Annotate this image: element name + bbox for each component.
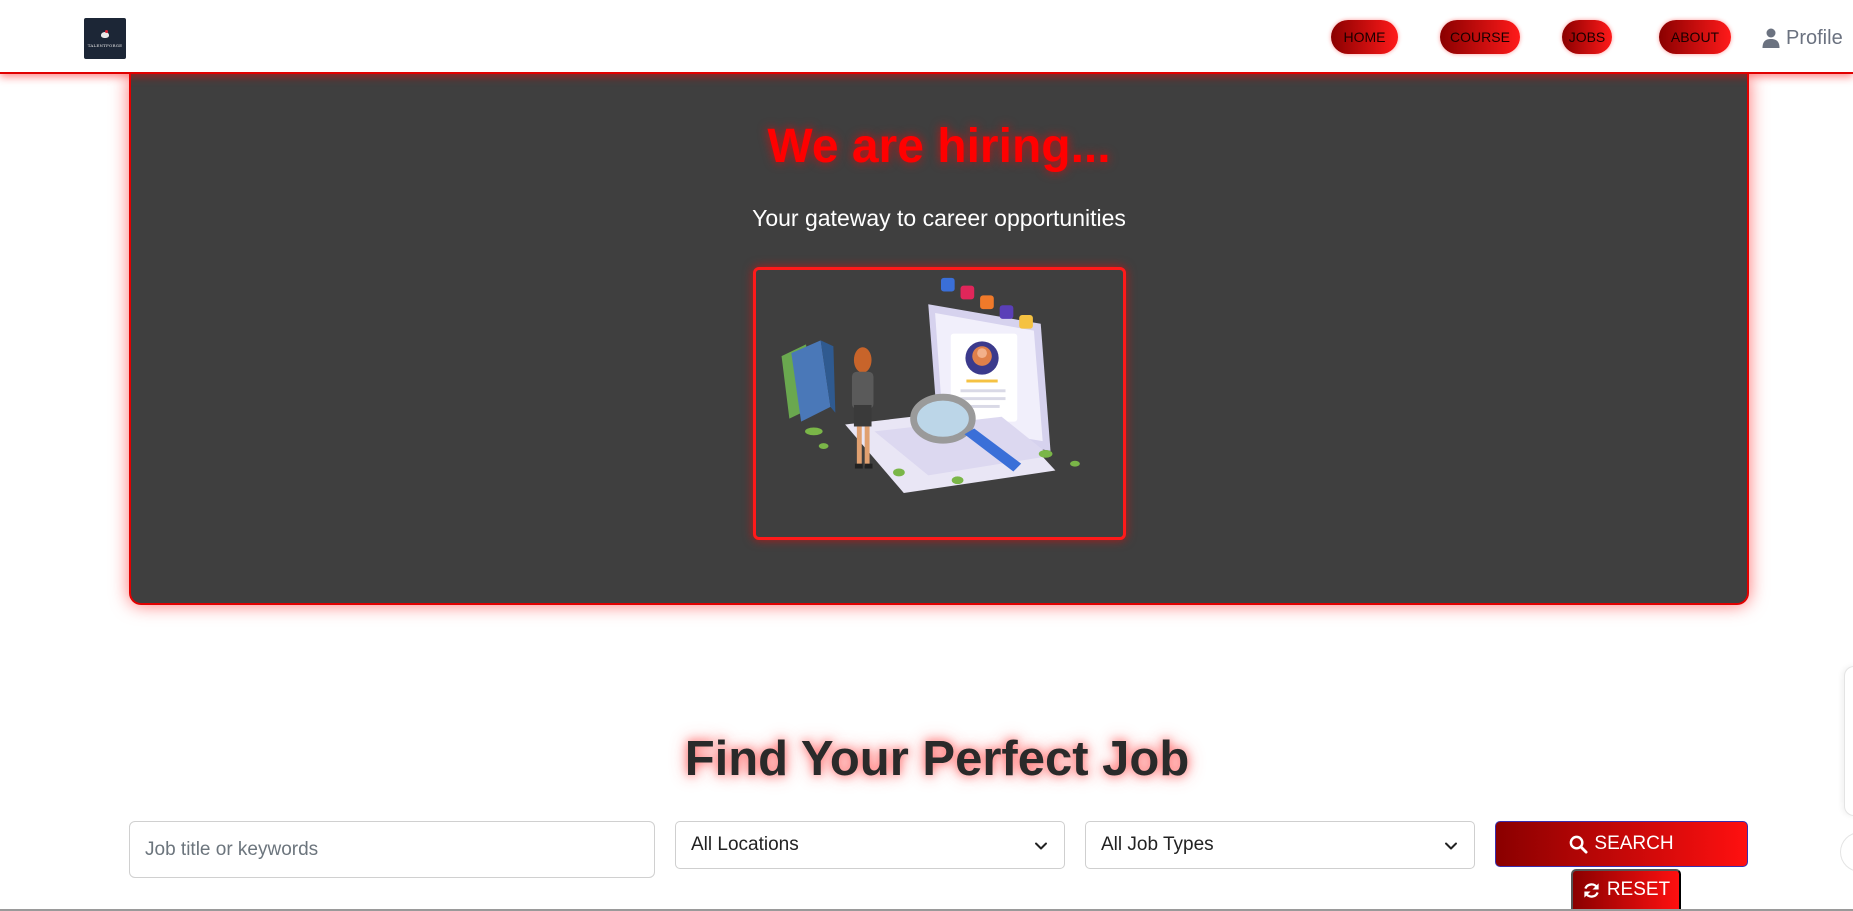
nav-about-link[interactable]: ABOUT (1659, 20, 1731, 54)
reset-button[interactable]: RESET (1571, 869, 1681, 911)
nav-course-link[interactable]: COURSE (1440, 20, 1520, 54)
job-type-select-value: All Job Types (1101, 834, 1214, 855)
nav-jobs-link[interactable]: JOBS (1562, 20, 1612, 54)
location-select-value: All Locations (691, 834, 799, 855)
user-icon (1762, 28, 1780, 48)
search-button[interactable]: SEARCH (1495, 821, 1748, 867)
hero-subtitle: Your gateway to career opportunities (752, 205, 1126, 231)
location-select[interactable]: All Locations (675, 821, 1065, 869)
side-floating-toggle[interactable] (1840, 832, 1853, 872)
refresh-icon (1584, 882, 1599, 898)
search-button-label: SEARCH (1594, 833, 1674, 854)
search-icon (1570, 835, 1588, 854)
brand-logo[interactable]: TALENTFORGE (84, 18, 126, 59)
logo-wordmark: TALENTFORGE (87, 42, 123, 48)
hero-illustration (753, 267, 1126, 540)
recruiter-search-illustration (781, 277, 1080, 493)
navbar: TALENTFORGE HOME COURSE JOBS ABOUT Profi… (0, 0, 1853, 74)
keywords-input[interactable] (129, 821, 655, 878)
hero-title: We are hiring... (767, 120, 1111, 173)
chevron-down-icon (1035, 842, 1047, 850)
search-section-title: Find Your Perfect Job (684, 732, 1190, 786)
side-floating-panel[interactable] (1844, 666, 1853, 816)
logo-mark-icon (100, 29, 110, 40)
hero-banner: We are hiring... Your gateway to career … (129, 74, 1749, 605)
reset-button-label: RESET (1606, 879, 1671, 900)
profile-link[interactable]: Profile (1762, 24, 1843, 52)
job-type-select[interactable]: All Job Types (1085, 821, 1475, 869)
chevron-down-icon (1445, 842, 1457, 850)
nav-home-link[interactable]: HOME (1331, 20, 1398, 54)
profile-label: Profile (1786, 26, 1843, 49)
